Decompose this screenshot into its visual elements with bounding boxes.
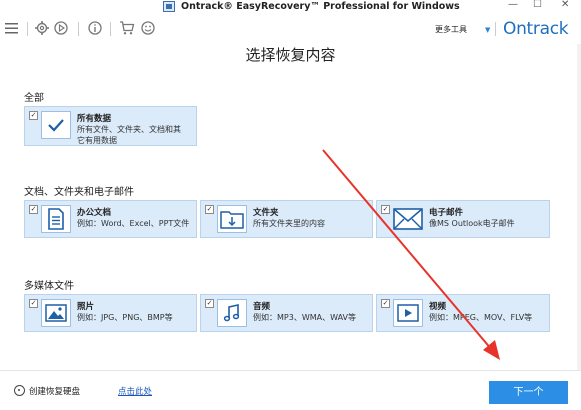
create-recovery-disk-button[interactable]: 创建恢复硬盘 [14,385,80,397]
section-label-media: 多媒体文件 [24,281,74,292]
envelope-icon [393,205,423,233]
next-button[interactable]: 下一个 [489,381,568,404]
cart-icon[interactable] [119,20,135,36]
maximize-button[interactable]: ☐ [533,0,542,11]
toolbar-divider [495,22,496,36]
title-bar: Ontrack® EasyRecovery™ Professional for … [0,0,581,14]
page-title: 选择恢复内容 [245,46,336,64]
card-title: 所有数据 [77,114,112,124]
checkbox[interactable]: ✓ [29,205,38,214]
card-title: 照片 [77,302,95,312]
card-title: 音频 [253,302,271,312]
card-video[interactable]: ✓ 视频 例如：MPEG、MOV、FLV等 [376,294,550,332]
smiley-icon[interactable] [140,20,156,36]
chevron-down-icon: ▼ [485,26,491,34]
checkbox[interactable]: ✓ [29,299,38,308]
folder-download-icon [217,205,247,233]
card-photos[interactable]: ✓ 照片 例如：JPG、PNG、BMP等 [24,294,197,332]
toolbar-divider [110,22,111,36]
checkmark-icon [41,111,71,139]
click-here-link[interactable]: 点击此处 [118,385,152,397]
section-label-documents: 文档、文件夹和电子邮件 [24,187,134,198]
document-icon [41,205,71,233]
card-description-line: 所有文件、文件夹、文档和其 [77,125,181,134]
card-description: 所有文件夹里的内容 [253,219,325,228]
toolbar-divider [78,22,79,36]
more-tools-label: 更多工具 [435,25,467,34]
card-description-line: 它有用数据 [77,136,117,145]
checkbox[interactable]: ✓ [381,205,390,214]
card-description: 例如：MPEG、MOV、FLV等 [429,313,533,322]
scrollbar-track[interactable] [577,44,581,370]
card-title: 办公文档 [77,208,112,218]
play-icon [393,299,423,327]
toolbar: 更多工具 ▼ Ontrack [0,14,581,44]
card-description: 例如：MP3、WMA、WAV等 [253,313,357,322]
card-title: 文件夹 [253,208,279,218]
card-email[interactable]: ✓ 电子邮件 像MS Outlook电子邮件 [376,200,550,238]
card-folders[interactable]: ✓ 文件夹 所有文件夹里的内容 [200,200,373,238]
footer-bar: 创建恢复硬盘 点击此处 下一个 [0,370,581,410]
card-audio[interactable]: ✓ 音频 例如：MP3、WMA、WAV等 [200,294,373,332]
gear-icon[interactable] [34,20,50,36]
disk-icon [14,385,25,396]
checkbox[interactable]: ✓ [205,299,214,308]
checkbox[interactable]: ✓ [205,205,214,214]
toolbar-divider [27,22,28,36]
card-description: 像MS Outlook电子邮件 [429,219,515,228]
play-circle-icon[interactable] [53,20,69,36]
card-office-documents[interactable]: ✓ 办公文档 例如：Word、Excel、PPT文件 [24,200,197,238]
window-title: Ontrack® EasyRecovery™ Professional for … [181,1,460,12]
checkbox[interactable]: ✓ [29,111,38,120]
ontrack-logo: Ontrack [503,19,569,39]
card-title: 视频 [429,302,447,312]
menu-icon[interactable] [4,20,20,36]
card-description: 例如：Word、Excel、PPT文件 [77,219,190,228]
more-tools-dropdown[interactable]: 更多工具 ▼ [435,24,490,35]
checkbox[interactable]: ✓ [381,299,390,308]
image-icon [41,299,71,327]
music-note-icon [217,299,247,327]
info-icon[interactable] [87,20,103,36]
card-description: 例如：JPG、PNG、BMP等 [77,313,173,322]
card-title: 电子邮件 [429,208,464,218]
minimize-button[interactable]: — [508,0,518,11]
section-label-all: 全部 [24,93,44,104]
app-icon [163,1,175,12]
card-all-data[interactable]: ✓ 所有数据 所有文件、文件夹、文档和其 它有用数据 [24,106,197,146]
card-description: 所有文件、文件夹、文档和其 它有用数据 [77,124,181,146]
create-recovery-disk-label: 创建恢复硬盘 [29,387,81,397]
close-button[interactable]: ✕ [561,0,569,11]
